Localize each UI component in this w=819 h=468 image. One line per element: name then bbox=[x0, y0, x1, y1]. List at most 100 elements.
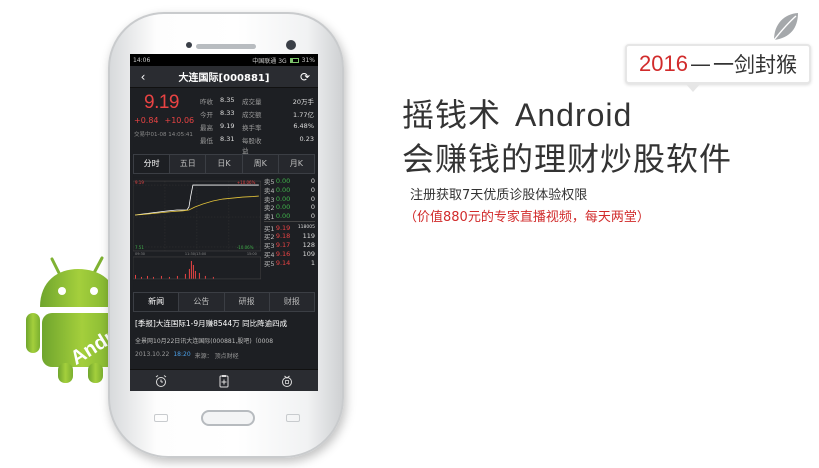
battery-icon bbox=[289, 57, 299, 63]
tab-financials[interactable]: 财报 bbox=[269, 293, 314, 311]
current-price: 9.19 bbox=[144, 92, 179, 113]
phone-sensor bbox=[186, 42, 192, 48]
metric-label: 最高 bbox=[200, 124, 213, 132]
promo-line-1: 注册获取7天优质诊股体验权限 bbox=[410, 188, 588, 203]
news-time: 18:20 bbox=[173, 351, 191, 358]
metric-label: 换手率 bbox=[242, 124, 262, 132]
ask-price: 0.00 bbox=[275, 186, 291, 195]
title-bar: ‹ 大连国际[000881] ⟳ bbox=[130, 66, 318, 88]
chart-time-end: 15:00 bbox=[247, 252, 257, 256]
chart-bottom-right: -10.06% bbox=[237, 245, 254, 250]
bid-vol: 109 bbox=[302, 249, 315, 258]
tab-announcements[interactable]: 公告 bbox=[179, 293, 225, 311]
metric-value: 20万手 bbox=[292, 98, 314, 106]
chart-area: 9.19 +10.06% 7.51 -10.06% 09:30 11:30/13… bbox=[133, 177, 315, 281]
tab-research[interactable]: 研报 bbox=[224, 293, 270, 311]
ask-vol: 0 bbox=[310, 203, 315, 212]
bid-price: 9.16 bbox=[275, 249, 291, 258]
subheadline: 会赚钱的理财炒股软件 bbox=[402, 140, 733, 178]
news-headline[interactable]: [季报]大连国际1-9月赚8544万 同比降逾四成 bbox=[135, 318, 313, 329]
tab-news[interactable]: 新闻 bbox=[134, 293, 180, 311]
leaf-icon bbox=[773, 13, 798, 41]
promo-badge: 2016— 一剑封猴 bbox=[625, 44, 811, 92]
quote-metrics: 昨收 8.35 成交量 20万手 今开 8.33 成交额 1.77亿 最高 9.… bbox=[200, 92, 314, 155]
bid-price: 9.14 bbox=[275, 258, 291, 267]
ask-label: 卖1 bbox=[263, 213, 275, 222]
ask-vol: 0 bbox=[310, 177, 315, 186]
status-bar: 14:06 中国联通 3G 31% bbox=[130, 54, 318, 66]
headline-en: Android bbox=[515, 97, 633, 133]
badge-dash: — bbox=[689, 52, 711, 76]
news-date: 2013.10.22 bbox=[135, 351, 170, 358]
metric-label: 最低 bbox=[200, 137, 213, 145]
ask-price: 0.00 bbox=[275, 203, 291, 212]
metric-label: 昨收 bbox=[200, 98, 213, 106]
refresh-icon[interactable]: ⟳ bbox=[298, 70, 312, 84]
metric-value: 8.31 bbox=[220, 135, 235, 143]
phone-speaker bbox=[196, 44, 256, 49]
phone-screen: 14:06 中国联通 3G 31% ‹ 大连国际[000881] ⟳ 9.19 … bbox=[130, 54, 318, 391]
intraday-chart: 9.19 +10.06% 7.51 -10.06% 09:30 11:30/13… bbox=[133, 177, 261, 281]
bid-vol: 118005 bbox=[297, 225, 315, 231]
news-source: 来源： 顶点财经 bbox=[194, 353, 239, 360]
ask-price: 0.00 bbox=[275, 212, 291, 221]
chart-top-left: 9.19 bbox=[135, 180, 144, 185]
headline-cn: 摇钱术 bbox=[402, 96, 502, 134]
alarm-clock-icon[interactable] bbox=[154, 374, 168, 388]
promo-line-2: （价值880元的专家直播视频，每天两堂） bbox=[404, 210, 650, 225]
order-row: 卖1 0.00 0 bbox=[264, 212, 315, 221]
news-snippet: 全景网10月22日讯大连国际(000881,股吧)（0008 bbox=[135, 338, 274, 345]
metric-value: 1.77亿 bbox=[293, 111, 314, 119]
price-change: +0.84 bbox=[134, 116, 159, 125]
diagnose-stock-icon[interactable] bbox=[280, 374, 294, 388]
metric-label: 成交量 bbox=[242, 98, 262, 106]
metric-value: 6.48% bbox=[293, 122, 314, 130]
tab-intraday[interactable]: 分时 bbox=[134, 155, 171, 173]
bid-price: 9.19 bbox=[275, 223, 291, 232]
status-carrier: 中国联通 3G bbox=[252, 57, 287, 65]
ask-vol: 0 bbox=[310, 186, 315, 195]
back-key[interactable] bbox=[286, 414, 300, 422]
bid-vol: 128 bbox=[302, 241, 315, 250]
chart-bottom-left: 7.51 bbox=[135, 245, 144, 250]
tab-five-day[interactable]: 五日 bbox=[170, 155, 207, 173]
order-row: 买5 9.14 1 bbox=[263, 258, 315, 268]
stock-title: 大连国际[000881] bbox=[178, 73, 270, 84]
bid-price: 9.18 bbox=[275, 232, 291, 241]
menu-key[interactable] bbox=[154, 414, 168, 422]
tab-weekly-k[interactable]: 周K bbox=[242, 155, 279, 173]
price-change-pct: +10.06 bbox=[164, 116, 195, 125]
add-watchlist-icon[interactable] bbox=[217, 374, 231, 388]
metric-label: 每股收益 bbox=[242, 137, 262, 155]
ask-price: 0.00 bbox=[275, 177, 291, 186]
badge-year: 2016 bbox=[639, 51, 688, 76]
badge-text: 一剑封猴 bbox=[712, 53, 797, 77]
chart-top-right: +10.06% bbox=[237, 180, 256, 185]
bid-label: 买5 bbox=[263, 259, 275, 268]
tab-daily-k[interactable]: 日K bbox=[206, 155, 243, 173]
news-meta: 2013.10.22 18:20 来源： 顶点财经 bbox=[135, 351, 313, 360]
chart-time-start: 09:30 bbox=[135, 252, 145, 256]
bid-vol: 1 bbox=[310, 258, 315, 267]
metric-value: 0.23 bbox=[299, 135, 314, 143]
tab-monthly-k[interactable]: 月K bbox=[278, 155, 315, 173]
status-time: 14:06 bbox=[133, 56, 151, 64]
ask-price: 0.00 bbox=[275, 194, 291, 203]
back-arrow-icon[interactable]: ‹ bbox=[136, 70, 150, 84]
bottom-toolbar bbox=[130, 369, 318, 391]
bid-vol: 119 bbox=[302, 232, 315, 241]
home-button[interactable] bbox=[201, 410, 255, 426]
news-tabs: 新闻 公告 研报 财报 bbox=[133, 292, 315, 312]
headline: 摇钱术 Android bbox=[402, 90, 632, 136]
metric-label: 成交额 bbox=[242, 111, 262, 119]
ask-vol: 0 bbox=[310, 194, 315, 203]
chart-tabs: 分时 五日 日K 周K 月K bbox=[133, 154, 315, 174]
metric-value: 9.19 bbox=[220, 122, 235, 130]
trade-timestamp: 交易中01-08 14:05:41 bbox=[134, 132, 193, 138]
quote-panel: 9.19 +0.84 +10.06 交易中01-08 14:05:41 昨收 8… bbox=[130, 88, 318, 155]
news-item[interactable]: [季报]大连国际1-9月赚8544万 同比降逾四成 全景网10月22日讯大连国际… bbox=[130, 312, 318, 360]
metric-value: 8.33 bbox=[220, 109, 235, 117]
bid-price: 9.17 bbox=[275, 241, 291, 250]
order-book: 卖5 0.00 0 卖4 0.00 0 卖3 0.00 0 卖2 0.00 0 卖1 0.00 0 … bbox=[261, 177, 315, 281]
metric-value: 8.35 bbox=[220, 96, 235, 104]
